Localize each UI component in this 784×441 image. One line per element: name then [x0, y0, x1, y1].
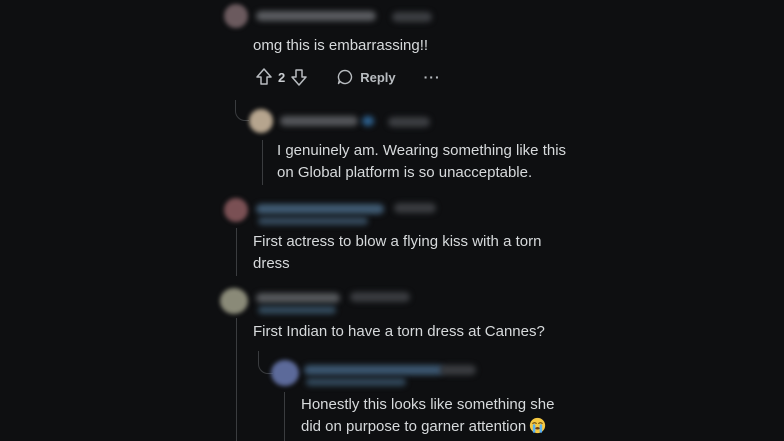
timestamp-blurred — [388, 117, 430, 127]
comment-text-body: Honestly this looks like something she d… — [301, 396, 555, 435]
more-options-button[interactable]: ··· — [424, 69, 441, 85]
vote-score: 2 — [278, 69, 286, 85]
thread-connector — [235, 100, 249, 121]
timestamp-blurred — [362, 116, 374, 126]
downvote-button[interactable] — [291, 68, 307, 86]
comment-thread: omg this is embarrassing!! 2 Reply ··· I… — [0, 0, 784, 441]
avatar[interactable] — [224, 4, 248, 28]
comment-text: First Indian to have a torn dress at Can… — [253, 323, 545, 340]
comment-text: omg this is embarrassing!! — [253, 37, 429, 54]
username-blurred[interactable] — [258, 306, 336, 314]
username-blurred[interactable] — [280, 116, 358, 126]
username-blurred[interactable] — [256, 11, 376, 21]
ellipsis-icon: ··· — [423, 69, 441, 85]
timestamp-blurred — [394, 203, 436, 213]
username-blurred[interactable] — [256, 204, 384, 214]
upvote-button[interactable] — [256, 68, 272, 86]
avatar[interactable] — [224, 198, 248, 222]
thread-line — [284, 392, 285, 441]
reply-button[interactable]: Reply — [337, 69, 396, 85]
comment-actions: 2 Reply ··· — [256, 64, 441, 90]
upvote-arrow-icon — [256, 68, 272, 85]
username-blurred[interactable] — [256, 293, 340, 303]
loudly-crying-face-emoji — [530, 417, 546, 434]
comment-text: First actress to blow a flying kiss with… — [253, 233, 542, 272]
username-blurred[interactable] — [258, 217, 368, 225]
downvote-arrow-icon — [291, 69, 307, 86]
comment-text: I genuinely am. Wearing something like t… — [277, 142, 567, 181]
thread-line — [262, 140, 263, 185]
thread-line — [236, 228, 237, 276]
avatar[interactable] — [249, 109, 273, 133]
thread-line — [236, 318, 237, 441]
timestamp-blurred — [440, 365, 476, 375]
avatar[interactable] — [271, 360, 299, 386]
username-blurred[interactable] — [306, 378, 406, 386]
avatar[interactable] — [220, 288, 248, 314]
comment-text: Honestly this looks like something she d… — [301, 394, 571, 438]
speech-bubble-icon — [338, 69, 353, 85]
timestamp-blurred — [392, 12, 432, 22]
username-blurred[interactable] — [304, 365, 444, 375]
timestamp-blurred — [350, 292, 410, 302]
reply-label: Reply — [360, 69, 396, 85]
